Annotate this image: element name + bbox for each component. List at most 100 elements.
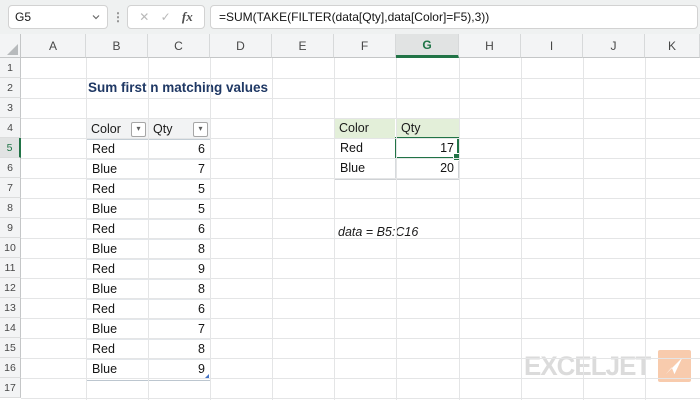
qty-cell[interactable]: 5 — [149, 180, 210, 199]
row-header-4[interactable]: 4 — [0, 118, 21, 138]
gridline — [21, 98, 700, 99]
chevron-down-icon[interactable] — [91, 12, 101, 22]
header-label: Color — [91, 122, 121, 136]
gridline — [459, 58, 460, 400]
row-header-3[interactable]: 3 — [0, 98, 21, 118]
name-box[interactable]: G5 — [8, 5, 108, 29]
name-box-value[interactable]: G5 — [15, 10, 31, 24]
column-header-f[interactable]: F — [334, 34, 396, 58]
worksheet-title[interactable]: Sum first n matching values — [88, 78, 268, 98]
color-cell[interactable]: Red — [87, 180, 149, 199]
gridline — [645, 58, 646, 400]
row-header-11[interactable]: 11 — [0, 258, 21, 278]
source-table-header-qty[interactable]: Qty ▾ — [149, 119, 210, 139]
row-header-1[interactable]: 1 — [0, 58, 21, 78]
row-header-10[interactable]: 10 — [0, 238, 21, 258]
qty-cell[interactable]: 6 — [149, 220, 210, 239]
gridline — [148, 58, 149, 400]
formula-bar-input[interactable]: =SUM(TAKE(FILTER(data[Qty],data[Color]=F… — [210, 5, 698, 29]
formula-buttons: ✕ ✓ fx — [127, 5, 205, 29]
toolbar-separator: ⋮ — [112, 10, 124, 24]
select-all-corner[interactable] — [0, 34, 21, 58]
qty-cell[interactable]: 7 — [149, 320, 210, 339]
result-table-header-qty[interactable]: Qty — [396, 118, 459, 138]
qty-cell[interactable]: 20 — [396, 159, 458, 179]
color-cell[interactable]: Blue — [87, 160, 149, 179]
row-header-15[interactable]: 15 — [0, 338, 21, 358]
column-header-b[interactable]: B — [86, 34, 148, 58]
gridline — [21, 358, 700, 359]
row-header-2[interactable]: 2 — [0, 78, 21, 98]
qty-cell[interactable]: 9 — [149, 360, 210, 380]
column-header-h[interactable]: H — [459, 34, 521, 58]
gridline — [21, 278, 700, 279]
gridline — [21, 218, 700, 219]
named-range-note[interactable]: data = B5:C16 — [338, 222, 418, 242]
column-header-i[interactable]: I — [521, 34, 583, 58]
formula-text[interactable]: =SUM(TAKE(FILTER(data[Qty],data[Color]=F… — [219, 10, 489, 24]
qty-cell[interactable]: 9 — [149, 260, 210, 279]
gridline — [396, 58, 397, 400]
row-header-14[interactable]: 14 — [0, 318, 21, 338]
row-header-13[interactable]: 13 — [0, 298, 21, 318]
color-cell[interactable]: Red — [335, 139, 396, 158]
column-header-d[interactable]: D — [210, 34, 272, 58]
row-header-8[interactable]: 8 — [0, 198, 21, 218]
gridline — [21, 78, 700, 79]
gridline — [21, 398, 700, 399]
gridline — [21, 158, 700, 159]
row-header-6[interactable]: 6 — [0, 158, 21, 178]
color-cell[interactable]: Red — [87, 220, 149, 239]
color-cell[interactable]: Red — [87, 260, 149, 279]
qty-cell[interactable]: 6 — [149, 140, 210, 159]
color-cell[interactable]: Blue — [87, 240, 149, 259]
spreadsheet-grid: Sum first n matching values data = B5:C1… — [0, 34, 700, 400]
color-cell[interactable]: Red — [87, 300, 149, 319]
row-header-12[interactable]: 12 — [0, 278, 21, 298]
qty-cell[interactable]: 5 — [149, 200, 210, 219]
qty-cell[interactable]: 8 — [149, 240, 210, 259]
gridline — [21, 258, 700, 259]
exceljet-logo-text: EXCELJET — [524, 350, 651, 381]
source-table-header-color[interactable]: Color ▾ — [87, 119, 149, 139]
color-cell[interactable]: Blue — [335, 159, 396, 179]
qty-cell[interactable]: 7 — [149, 160, 210, 179]
qty-cell[interactable]: 6 — [149, 300, 210, 319]
filter-dropdown-icon[interactable]: ▾ — [131, 121, 146, 137]
qty-cell[interactable]: 8 — [149, 340, 210, 359]
column-header-g[interactable]: G — [396, 34, 459, 58]
qty-cell[interactable]: 8 — [149, 280, 210, 299]
result-table-header-color[interactable]: Color — [334, 118, 396, 138]
row-header-9[interactable]: 9 — [0, 218, 21, 238]
color-cell[interactable]: Blue — [87, 320, 149, 339]
gridline — [21, 198, 700, 199]
header-label: Qty — [153, 122, 173, 136]
gridline — [583, 58, 584, 400]
color-cell[interactable]: Red — [87, 140, 149, 159]
column-header-k[interactable]: K — [645, 34, 700, 58]
color-cell[interactable]: Blue — [87, 280, 149, 299]
column-header-j[interactable]: J — [583, 34, 645, 58]
formula-strip: G5 ⋮ ✕ ✓ fx =SUM(TAKE(FILTER(data[Qty],d… — [0, 0, 700, 35]
filter-dropdown-icon[interactable]: ▾ — [193, 121, 208, 137]
cancel-icon[interactable]: ✕ — [139, 10, 149, 24]
row-header-7[interactable]: 7 — [0, 178, 21, 198]
column-header-a[interactable]: A — [21, 34, 86, 58]
gridline — [21, 318, 700, 319]
gridline — [210, 58, 211, 400]
select-all-triangle-icon — [7, 44, 18, 55]
color-cell[interactable]: Blue — [87, 200, 149, 219]
column-header-c[interactable]: C — [148, 34, 210, 58]
gridline — [21, 118, 700, 119]
row-header-16[interactable]: 16 — [0, 358, 21, 378]
color-cell[interactable]: Blue — [87, 360, 149, 380]
gridline — [21, 138, 700, 139]
row-header-17[interactable]: 17 — [0, 378, 21, 398]
row-header-5[interactable]: 5 — [0, 138, 21, 158]
gridline — [21, 298, 700, 299]
color-cell[interactable]: Red — [87, 340, 149, 359]
insert-function-icon[interactable]: fx — [182, 9, 193, 25]
active-cell-selection — [395, 137, 461, 161]
enter-icon[interactable]: ✓ — [161, 10, 171, 24]
column-header-e[interactable]: E — [272, 34, 334, 58]
